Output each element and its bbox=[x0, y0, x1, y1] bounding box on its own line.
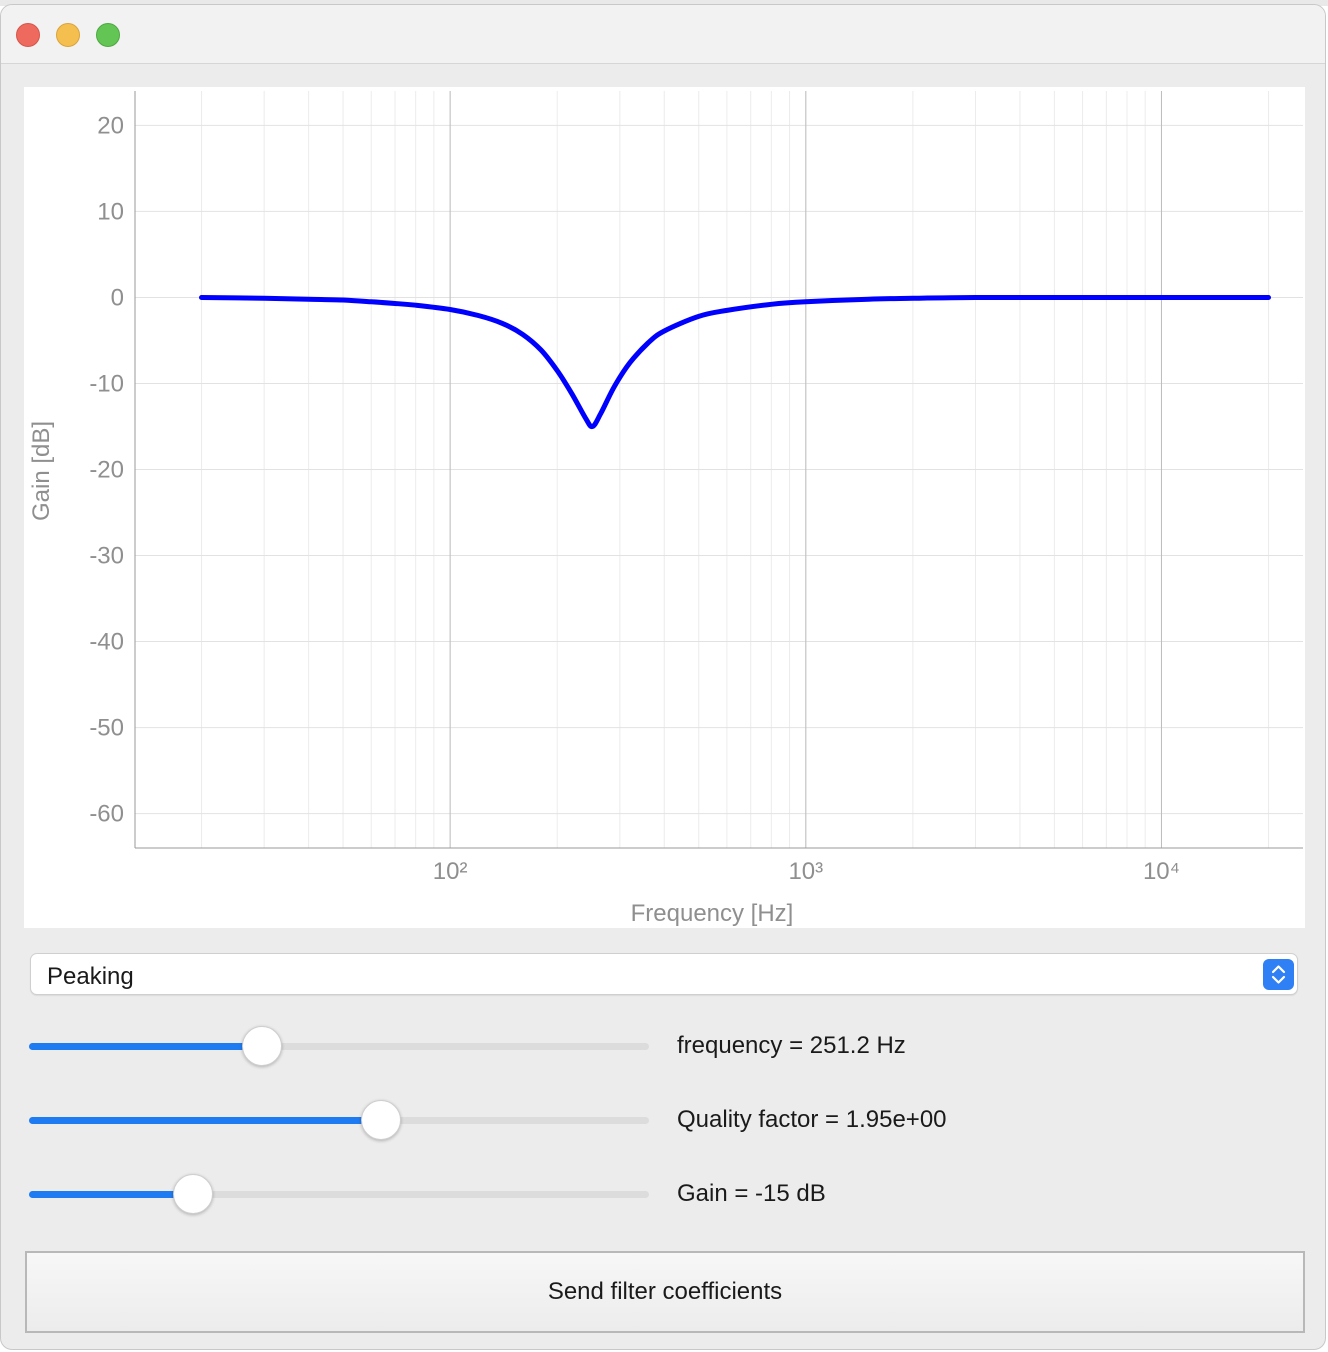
frequency-response-plot: 20 10 0 -10 -20 -30 -40 -50 -60 10² 10³ 10⁴ Freque… bbox=[24, 87, 1305, 928]
gain-slider-thumb[interactable] bbox=[173, 1174, 213, 1214]
y-tick-labels: 20 10 0 -10 -20 -30 -40 -50 -60 bbox=[89, 112, 124, 827]
x-axis-title: Frequency [Hz] bbox=[631, 900, 794, 927]
send-filter-coefficients-button[interactable]: Send filter coefficients bbox=[25, 1251, 1305, 1333]
curve-layer bbox=[199, 294, 1271, 430]
y-tick-label: 20 bbox=[97, 112, 124, 139]
y-tick-label: 0 bbox=[111, 284, 124, 311]
y-tick-label: -30 bbox=[89, 543, 124, 570]
x-tick-labels: 10² 10³ 10⁴ bbox=[433, 858, 1180, 885]
frequency-slider-fill bbox=[29, 1043, 262, 1050]
x-tick-label: 10⁴ bbox=[1143, 858, 1180, 885]
zoom-window-button[interactable] bbox=[96, 23, 120, 47]
gain-response-curve bbox=[199, 294, 1271, 430]
x-tick-label: 10³ bbox=[788, 858, 823, 885]
gain-slider-row: Gain = -15 dB bbox=[29, 1174, 1299, 1214]
chart-canvas: 20 10 0 -10 -20 -30 -40 -50 -60 10² 10³ 10⁴ Freque… bbox=[28, 91, 1303, 927]
y-tick-label: 10 bbox=[97, 198, 124, 225]
y-tick-label: -40 bbox=[89, 629, 124, 656]
y-tick-label: -60 bbox=[89, 801, 124, 828]
y-tick-label: -50 bbox=[89, 715, 124, 742]
gain-label: Gain = -15 dB bbox=[677, 1180, 826, 1207]
x-tick-label: 10² bbox=[433, 858, 468, 885]
filter-type-select[interactable]: Peaking bbox=[30, 953, 1298, 995]
select-stepper-icon[interactable] bbox=[1263, 959, 1294, 990]
frequency-slider-row: frequency = 251.2 Hz bbox=[29, 1026, 1299, 1066]
quality-factor-slider-fill bbox=[29, 1117, 381, 1124]
gain-slider-fill bbox=[29, 1191, 193, 1198]
y-tick-label: -10 bbox=[89, 370, 124, 397]
y-axis-title: Gain [dB] bbox=[28, 421, 55, 521]
title-bar[interactable] bbox=[1, 5, 1325, 64]
quality-factor-slider-row: Quality factor = 1.95e+00 bbox=[29, 1100, 1299, 1140]
frequency-slider-thumb[interactable] bbox=[242, 1026, 282, 1066]
filter-type-value: Peaking bbox=[47, 963, 134, 990]
major-grid bbox=[135, 91, 1303, 848]
quality-factor-label: Quality factor = 1.95e+00 bbox=[677, 1106, 947, 1133]
minimize-window-button[interactable] bbox=[56, 23, 80, 47]
frequency-label: frequency = 251.2 Hz bbox=[677, 1032, 906, 1059]
close-window-button[interactable] bbox=[16, 23, 40, 47]
quality-factor-slider-thumb[interactable] bbox=[361, 1100, 401, 1140]
app-window: 20 10 0 -10 -20 -30 -40 -50 -60 10² 10³ 10⁴ Freque… bbox=[0, 4, 1326, 1350]
y-tick-label: -20 bbox=[89, 457, 124, 484]
